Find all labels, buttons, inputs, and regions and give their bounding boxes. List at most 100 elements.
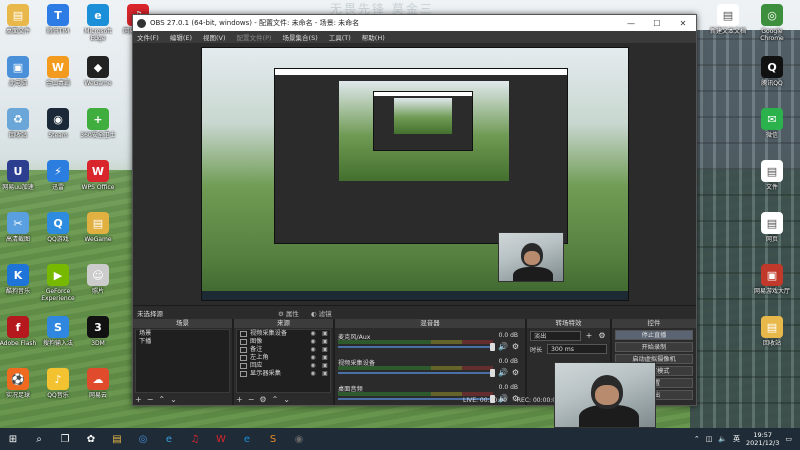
close-icon[interactable]: ✕ <box>670 19 696 28</box>
desktop-icon[interactable]: ⚡ 迅雷 <box>36 160 80 191</box>
menu-item[interactable]: 文件(F) <box>137 32 159 42</box>
menu-item[interactable]: 配置文件(P) <box>237 32 272 42</box>
visibility-eye-icon[interactable]: ◉ <box>308 330 318 338</box>
volume-fader[interactable] <box>338 372 493 374</box>
desktop-icon[interactable]: ♪ QQ音乐 <box>36 368 80 399</box>
maximize-icon[interactable]: ☐ <box>644 19 670 28</box>
desktop-icon[interactable]: +360安全卫士 <box>76 108 120 139</box>
edge2-taskbar-icon[interactable]: e <box>234 428 260 450</box>
menu-item[interactable]: 编辑(E) <box>170 32 192 42</box>
source-item[interactable]: 左上角 ◉ ▣ <box>237 354 330 362</box>
add-source-icon[interactable]: + <box>236 395 243 404</box>
sources-list[interactable]: 视频采集设备 ◉ ▣ 图像 ◉ ▣ 备注 ◉ ▣ 左上角 ◉ ▣ 回应 ◉ ▣ 显示器采集 ◉ ▣ <box>236 329 331 393</box>
source-item[interactable]: 图像 ◉ ▣ <box>237 338 330 346</box>
desktop-icon[interactable]: ☁ 网易云 <box>76 368 120 399</box>
control-button[interactable]: 开始录制 <box>615 342 693 352</box>
netease-taskbar-icon[interactable]: ♫ <box>182 428 208 450</box>
desktop-icon[interactable]: W WPS Office <box>76 160 120 191</box>
desktop-icon[interactable]: 3 3DM <box>76 316 120 347</box>
visibility-eye-icon[interactable]: ◉ <box>308 346 318 354</box>
visibility-eye-icon[interactable]: ◉ <box>308 354 318 362</box>
start-icon[interactable]: ⊞ <box>0 428 26 450</box>
desktop-icon[interactable]: S 搜狗输入法 <box>36 316 80 347</box>
lock-icon[interactable]: ▣ <box>320 362 330 370</box>
source-item[interactable]: 备注 ◉ ▣ <box>237 346 330 354</box>
desktop-icon[interactable]: T 腾讯TIM <box>36 4 80 35</box>
minimize-icon[interactable]: — <box>618 19 644 28</box>
chrome-taskbar-icon[interactable]: ◎ <box>130 428 156 450</box>
muted-speaker-icon[interactable]: 🔊 <box>498 368 508 377</box>
visibility-eye-icon[interactable]: ◉ <box>308 338 318 346</box>
wps-taskbar-icon[interactable]: W <box>208 428 234 450</box>
obs-window[interactable]: OBS 27.0.1 (64-bit, windows) - 配置文件: 未命名… <box>132 14 697 406</box>
move-down-icon[interactable]: ⌄ <box>283 395 290 404</box>
desktop-icon[interactable]: U 网易uu加速 <box>0 160 40 191</box>
move-up-icon[interactable]: ⌃ <box>158 395 165 404</box>
remove-source-icon[interactable]: − <box>248 395 255 404</box>
search-icon[interactable]: ⌕ <box>26 428 52 450</box>
visibility-eye-icon[interactable]: ◉ <box>308 370 318 378</box>
transition-settings-icon[interactable]: ⚙ <box>597 331 607 341</box>
task-view-icon[interactable]: ❐ <box>52 428 78 450</box>
transition-select[interactable]: 淡出 <box>530 331 581 341</box>
desktop-icon[interactable]: ▤ 新建文本文档 <box>706 4 750 35</box>
clock[interactable]: 19:57 2021/12/3 <box>746 431 779 447</box>
desktop-icon[interactable]: ◆ WeGame <box>76 56 120 87</box>
menu-item[interactable]: 场景集合(S) <box>283 32 318 42</box>
edge-taskbar-icon[interactable]: e <box>156 428 182 450</box>
desktop-icon[interactable]: ✉ 微信 <box>750 108 794 139</box>
channel-settings-icon[interactable]: ⚙ <box>512 368 519 377</box>
lock-icon[interactable]: ▣ <box>320 330 330 338</box>
desktop-icon[interactable]: ✂ 高清截图 <box>0 212 40 243</box>
desktop-icon[interactable]: W 金山毒霸 <box>36 56 80 87</box>
menu-item[interactable]: 视图(V) <box>203 32 226 42</box>
source-item[interactable]: 显示器采集 ◉ ▣ <box>237 370 330 378</box>
desktop-icon[interactable]: Q QQ游戏 <box>36 212 80 243</box>
lock-icon[interactable]: ▣ <box>320 354 330 362</box>
scene-item[interactable]: 下播 <box>136 338 229 346</box>
app-fan-icon[interactable]: ✿ <box>78 428 104 450</box>
remove-scene-icon[interactable]: − <box>147 395 154 404</box>
lock-icon[interactable]: ▣ <box>320 338 330 346</box>
properties-button[interactable]: ⚙ 属性 <box>278 308 299 318</box>
sublime-taskbar-icon[interactable]: S <box>260 428 286 450</box>
visibility-eye-icon[interactable]: ◉ <box>308 362 318 370</box>
obs-titlebar[interactable]: OBS 27.0.1 (64-bit, windows) - 配置文件: 未命名… <box>133 15 696 31</box>
move-up-icon[interactable]: ⌃ <box>272 395 279 404</box>
desktop-icon[interactable]: ▤ 网页 <box>750 212 794 243</box>
lock-icon[interactable]: ▣ <box>320 346 330 354</box>
desktop-icon[interactable]: ☺ 照片 <box>76 264 120 295</box>
notification-icon[interactable]: ▭ <box>785 435 792 443</box>
desktop-icon[interactable]: ▤ 文件 <box>750 160 794 191</box>
add-transition-icon[interactable]: + <box>584 331 594 341</box>
menu-item[interactable]: 帮助(H) <box>362 32 385 42</box>
desktop-icon[interactable]: ▣ 此电脑 <box>0 56 40 87</box>
volume-fader[interactable] <box>338 346 493 348</box>
ime-indicator[interactable]: 英 <box>733 434 740 444</box>
volume-icon[interactable]: 🔈 <box>718 435 727 443</box>
fader-handle[interactable] <box>490 369 495 377</box>
source-item[interactable]: 回应 ◉ ▣ <box>237 362 330 370</box>
desktop-icon[interactable]: K 酷狗音乐 <box>0 264 40 295</box>
control-button[interactable]: 停止直播 <box>615 330 693 340</box>
filters-button[interactable]: ◐ 滤镜 <box>311 308 332 318</box>
move-down-icon[interactable]: ⌄ <box>170 395 177 404</box>
speaker-icon[interactable]: 🔊 <box>498 342 508 351</box>
desktop-icon[interactable]: ⚽ 实况足球 <box>0 368 40 399</box>
desktop-icon[interactable]: f Adobe Flash <box>0 316 40 347</box>
source-item[interactable]: 视频采集设备 ◉ ▣ <box>237 330 330 338</box>
fader-handle[interactable] <box>490 343 495 351</box>
channel-settings-icon[interactable]: ⚙ <box>512 342 519 351</box>
desktop-icon[interactable]: ▤ 回收站 <box>750 316 794 347</box>
desktop-icon[interactable]: ▤ WeGame <box>76 212 120 243</box>
desktop-icon[interactable]: ◉ Steam <box>36 108 80 139</box>
desktop-icon[interactable]: e Microsoft Edge <box>76 4 120 42</box>
lock-icon[interactable]: ▣ <box>320 370 330 378</box>
obs-taskbar-icon[interactable]: ◉ <box>286 428 312 450</box>
menu-item[interactable]: 工具(T) <box>329 32 351 42</box>
desktop-icon[interactable]: ◎ Google Chrome <box>750 4 794 42</box>
desktop-icon[interactable]: ♻ 回收站 <box>0 108 40 139</box>
desktop-icon[interactable]: Q 腾讯QQ <box>750 56 794 87</box>
desktop-icon[interactable]: ▤ 桌面文件 <box>0 4 40 35</box>
source-settings-icon[interactable]: ⚙ <box>259 395 266 404</box>
